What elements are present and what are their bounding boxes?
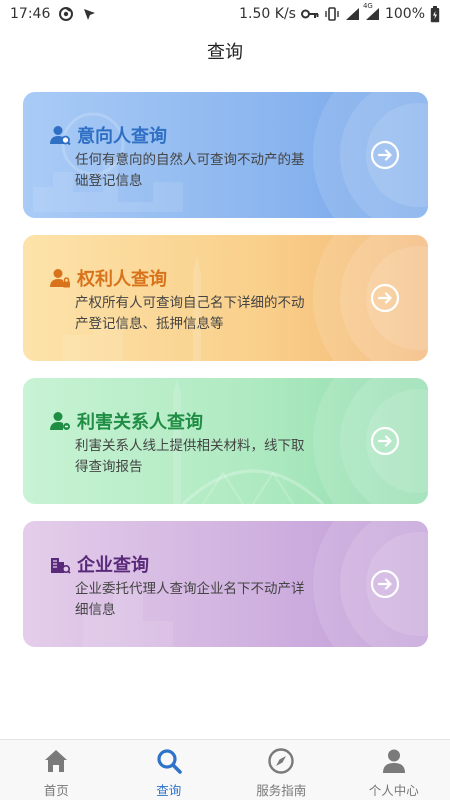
battery-percent: 100% bbox=[384, 6, 425, 22]
user-lock-icon bbox=[49, 267, 71, 289]
card-intent-query[interactable]: 意向人查询 任何有意向的自然人可查询不动产的基础登记信息 bbox=[23, 92, 428, 218]
navigation-arrow-icon bbox=[82, 7, 97, 22]
network-speed: 1.50 K/s bbox=[239, 6, 296, 22]
tab-label: 服务指南 bbox=[256, 783, 307, 798]
tab-label: 首页 bbox=[43, 783, 69, 798]
app-notification-icon bbox=[58, 6, 74, 22]
arrow-right-circle-icon[interactable] bbox=[370, 426, 400, 456]
tab-query[interactable]: 查询 bbox=[113, 740, 226, 800]
building-search-icon bbox=[49, 553, 71, 575]
card-title: 利害关系人查询 bbox=[77, 412, 203, 433]
vibrate-icon bbox=[324, 6, 340, 22]
user-search-icon bbox=[49, 124, 71, 146]
key-icon bbox=[300, 8, 319, 20]
tab-personal-center[interactable]: 个人中心 bbox=[338, 740, 450, 800]
card-title: 意向人查询 bbox=[77, 126, 167, 147]
status-time: 17:46 bbox=[10, 6, 51, 22]
tab-service-guide[interactable]: 服务指南 bbox=[225, 740, 338, 800]
card-description: 利害关系人线上提供相关材料，线下取得查询报告 bbox=[75, 438, 305, 475]
arrow-right-circle-icon[interactable] bbox=[370, 569, 400, 599]
tab-home[interactable]: 首页 bbox=[0, 740, 113, 800]
signal-icon bbox=[345, 7, 360, 21]
card-interested-party-query[interactable]: 利害关系人查询 利害关系人线上提供相关材料，线下取得查询报告 bbox=[23, 378, 428, 504]
signal-4g-icon: 4G bbox=[363, 2, 380, 21]
card-description: 产权所有人可查询自己名下详细的不动产登记信息、抵押信息等 bbox=[75, 295, 305, 332]
network-type: 4G bbox=[362, 2, 373, 10]
tab-label: 查询 bbox=[156, 783, 182, 798]
arrow-right-circle-icon[interactable] bbox=[370, 140, 400, 170]
compass-icon bbox=[268, 748, 294, 774]
search-icon bbox=[157, 749, 182, 774]
person-icon bbox=[382, 749, 405, 773]
bottom-tab-bar: 首页 查询 服务指南 个人中心 bbox=[0, 739, 450, 800]
page-title: 查询 bbox=[207, 42, 243, 63]
arrow-right-circle-icon[interactable] bbox=[370, 283, 400, 313]
card-description: 任何有意向的自然人可查询不动产的基础登记信息 bbox=[75, 152, 305, 189]
home-icon bbox=[45, 750, 68, 772]
card-title: 权利人查询 bbox=[77, 269, 167, 290]
card-title: 企业查询 bbox=[77, 555, 149, 576]
card-owner-query[interactable]: 权利人查询 产权所有人可查询自己名下详细的不动产登记信息、抵押信息等 bbox=[23, 235, 428, 361]
status-bar: 17:46 1.50 K/s 4G 100% bbox=[0, 0, 450, 28]
card-enterprise-query[interactable]: 企业查询 企业委托代理人查询企业名下不动产详细信息 bbox=[23, 521, 428, 647]
tab-label: 个人中心 bbox=[368, 783, 419, 798]
card-description: 企业委托代理人查询企业名下不动产详细信息 bbox=[75, 581, 305, 618]
user-link-icon bbox=[49, 410, 71, 432]
battery-icon bbox=[430, 5, 440, 23]
